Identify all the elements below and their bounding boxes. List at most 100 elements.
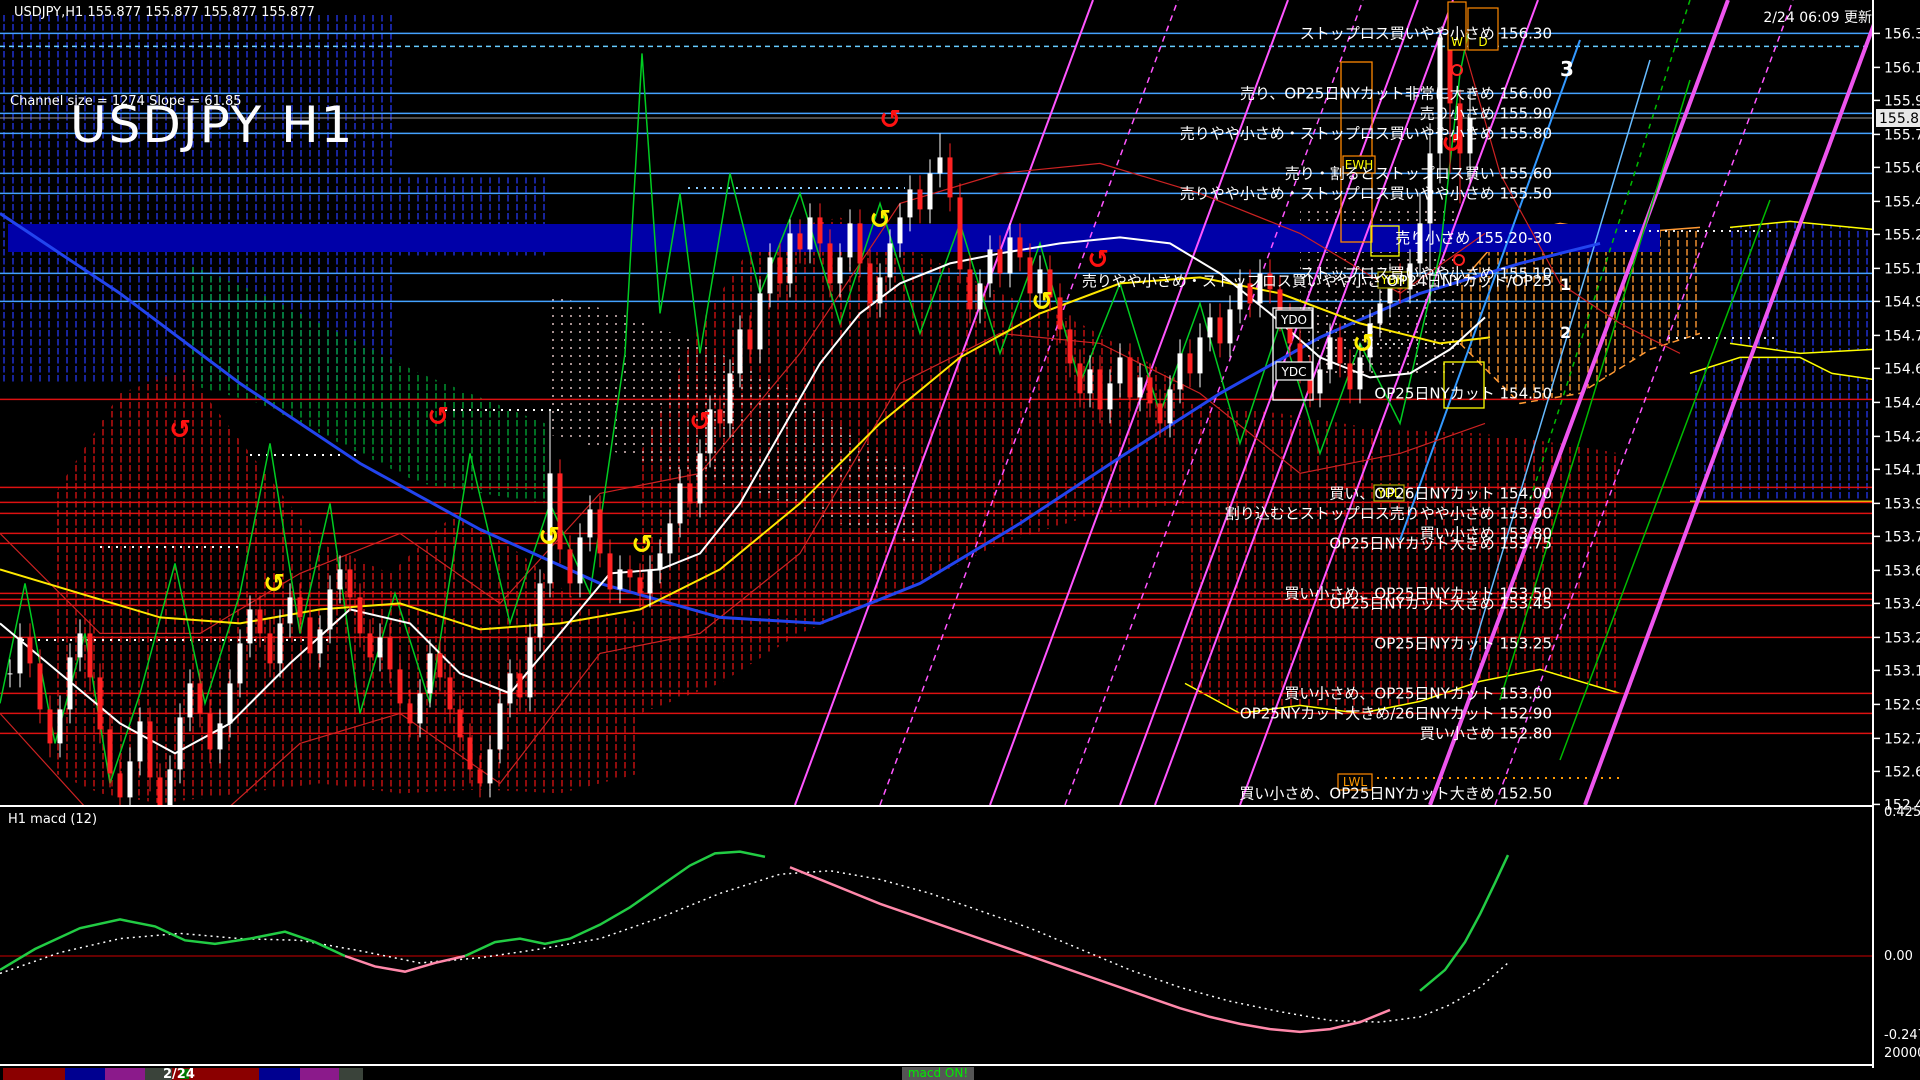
- candlestick: [17, 637, 23, 674]
- candlestick: [247, 609, 253, 644]
- candlestick: [577, 537, 583, 584]
- candlestick: [1327, 337, 1333, 370]
- candlestick: [327, 589, 333, 630]
- candlestick: [1017, 237, 1023, 258]
- candlestick: [937, 157, 943, 174]
- macd-pane[interactable]: [0, 850, 1873, 1034]
- candlestick: [637, 577, 643, 594]
- macd-axis-label: 200000: [1884, 1046, 1920, 1061]
- candlestick: [1087, 369, 1093, 394]
- price-axis-label: 153.950: [1884, 496, 1920, 512]
- price-axis-label: 154.120: [1884, 462, 1920, 478]
- candlestick: [1097, 369, 1103, 410]
- candlestick: [687, 483, 693, 504]
- wave-count-label: 3: [1560, 57, 1574, 81]
- candlestick: [457, 709, 463, 738]
- candlestick: [507, 673, 513, 704]
- candlestick: [787, 233, 793, 284]
- chart-tag-label: YDC: [1281, 365, 1307, 379]
- candlestick: [677, 483, 683, 524]
- candlestick: [667, 523, 673, 554]
- candlestick: [1177, 353, 1183, 390]
- candlestick: [1067, 329, 1073, 364]
- candlestick: [647, 569, 653, 594]
- macd-toggle-button[interactable]: macd ON!: [902, 1067, 974, 1080]
- order-level-annotation: 売りやや小さめ・ストップロス買いやや小さめ 155.50: [1180, 184, 1552, 202]
- reversal-arrow-icon: ↺: [879, 105, 901, 135]
- candlestick: [537, 583, 543, 638]
- candlestick: [597, 509, 603, 554]
- candlestick: [1107, 383, 1113, 410]
- price-axis-label: 153.615: [1884, 563, 1920, 579]
- candlestick: [317, 629, 323, 654]
- order-level-annotation: OP25日NYカット 153.25: [1374, 634, 1552, 652]
- price-axis-label: 154.455: [1884, 395, 1920, 411]
- price-axis-label: 152.945: [1884, 697, 1920, 713]
- macd-main-line: [1419, 854, 1510, 992]
- candlestick: [917, 189, 923, 210]
- candlestick: [487, 749, 493, 784]
- candlestick: [797, 233, 803, 250]
- order-level-annotation: OP25日NYカット大きめ 153.75: [1329, 534, 1552, 552]
- candlestick: [197, 683, 203, 714]
- candlestick: [747, 329, 753, 350]
- candlestick: [737, 329, 743, 374]
- macd-axis-label: -0.247: [1884, 1028, 1920, 1043]
- candlestick: [417, 693, 423, 724]
- order-level-annotation: 買い小さめ 152.80: [1420, 724, 1552, 742]
- candlestick: [927, 173, 933, 210]
- reversal-arrow-icon: ↺: [538, 522, 560, 552]
- candlestick: [947, 157, 953, 198]
- candlestick: [957, 197, 963, 270]
- candlestick: [107, 729, 113, 774]
- order-level-annotation: ストップロス買いやや小さめ 156.30: [1300, 24, 1552, 42]
- order-level-annotation: 買い小さめ、OP25日NYカット大きめ 152.50: [1239, 784, 1552, 802]
- update-timestamp: 2/24 06:09 更新: [1763, 10, 1872, 26]
- order-level-annotation: 売り、OP25日NYカット非常に大きめ 156.00: [1240, 84, 1552, 102]
- timeline-segment: [339, 1068, 363, 1080]
- timeline-date-label: 2/24: [163, 1067, 195, 1080]
- symbol-watermark: USDJPY H1: [70, 96, 355, 154]
- candlestick: [227, 683, 233, 724]
- candlestick: [357, 597, 363, 634]
- candlestick: [147, 721, 153, 778]
- mt4-chart-window: ↺ ↺ ↺ ↺ ↺ ↺ ↺ ↺ ↺ ↺ ↺ ↺ EWH YBH YDO YDC YDL LWL W D 3 1 2 ストップロ…: [0, 0, 1920, 1080]
- order-level-annotation: 買い小さめ、OP25日NYカット 153.00: [1284, 684, 1552, 702]
- price-axis-label: 153.785: [1884, 529, 1920, 545]
- current-price-label: 155.877: [1879, 111, 1920, 127]
- macd-main-line: [464, 850, 766, 958]
- candlestick: [27, 637, 33, 664]
- candlestick: [987, 249, 993, 284]
- reversal-arrow-icon: ↺: [1352, 329, 1374, 359]
- candlestick: [497, 703, 503, 750]
- candlestick: [1357, 357, 1363, 390]
- candlestick: [137, 721, 143, 762]
- order-level-annotation: OP25日NYカット大きめ 153.45: [1329, 594, 1552, 612]
- reversal-arrow-icon: ↺: [427, 402, 449, 432]
- candlestick: [1157, 403, 1163, 424]
- macd-main-line: [789, 866, 1391, 1034]
- candlestick: [627, 569, 633, 578]
- timeline-segment: [300, 1068, 339, 1080]
- candlestick: [377, 637, 383, 658]
- macd-main-line: [344, 954, 466, 973]
- timeline-segment: [105, 1068, 145, 1080]
- candlestick: [337, 569, 343, 590]
- candlestick: [1007, 237, 1013, 274]
- candlestick: [817, 217, 823, 244]
- indicator-cloud: [1185, 403, 1620, 714]
- sell-zone-label: 売り小さめ 155.20-30: [1395, 229, 1552, 247]
- reversal-arrow-icon: ↺: [169, 415, 191, 445]
- indicator-cloud: [1690, 357, 1873, 502]
- reversal-arrow-icon: ↺: [263, 569, 285, 599]
- price-chart-canvas[interactable]: ↺ ↺ ↺↺↺↺↺↺ ↺↺↺↺EWHYBHYDOYDCYDLLWLW D312ストップロ…: [0, 0, 1920, 1080]
- candlestick: [967, 269, 973, 310]
- macd-signal-line: [0, 869, 1509, 1023]
- candlestick: [177, 717, 183, 770]
- order-level-annotation: 売り小さめ 155.90: [1420, 104, 1552, 122]
- candlestick: [1147, 377, 1153, 404]
- candlestick: [97, 677, 103, 730]
- price-axis-label: 152.775: [1884, 731, 1920, 747]
- candlestick: [1317, 369, 1323, 394]
- candlestick: [67, 657, 73, 710]
